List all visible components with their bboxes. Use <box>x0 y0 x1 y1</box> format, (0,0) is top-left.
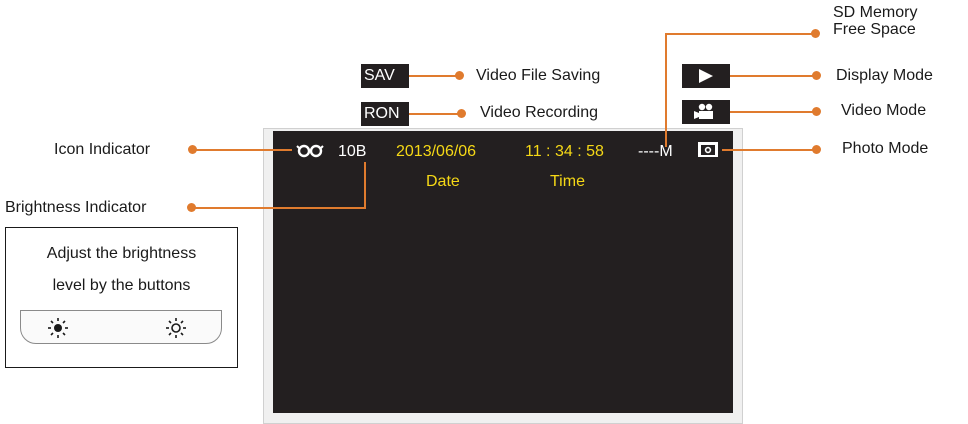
callout-line-sd-v <box>665 33 667 147</box>
play-icon <box>699 69 713 83</box>
label-brightness-indicator: Brightness Indicator <box>5 199 147 216</box>
label-photo-mode: Photo Mode <box>842 140 929 157</box>
brightness-box-line2: level by the buttons <box>52 277 191 294</box>
brightness-value: 10B <box>338 143 367 160</box>
sav-tag: SAV <box>361 64 409 88</box>
free-space-value: ----M <box>638 143 673 160</box>
callout-dot-sav <box>455 71 464 80</box>
label-sd-memory: SD Memory Free Space <box>833 4 917 38</box>
time-caption: Time <box>550 173 585 190</box>
label-video-file-saving: Video File Saving <box>476 67 601 84</box>
callout-line-brightness-h <box>194 207 366 209</box>
callout-line-photo <box>722 149 816 151</box>
callout-line-brightness-v <box>364 162 366 209</box>
callout-dot-display <box>812 71 821 80</box>
callout-line-video <box>730 111 816 113</box>
callout-line-sav <box>409 75 459 77</box>
camera-screen <box>263 128 743 424</box>
callout-dot-ron <box>457 109 466 118</box>
label-sd-memory-line2: Free Space <box>833 21 916 38</box>
label-sd-memory-line1: SD Memory <box>833 4 918 21</box>
callout-dot-photo <box>812 145 821 154</box>
ron-tag: RON <box>361 102 409 126</box>
callout-line-icon-indicator <box>195 149 292 151</box>
callout-dot-video <box>812 107 821 116</box>
sun-dark-icon[interactable] <box>47 317 69 339</box>
screen-display <box>273 131 733 413</box>
label-video-recording: Video Recording <box>480 104 599 121</box>
sun-light-icon[interactable] <box>165 317 187 339</box>
callout-line-sd-h <box>665 33 815 35</box>
brightness-box-line1: Adjust the brightness <box>46 245 197 262</box>
glasses-icon <box>296 144 324 158</box>
brightness-adjust-box: Adjust the brightness level by the butto… <box>5 227 238 368</box>
video-camera-icon <box>694 103 713 119</box>
camera-icon <box>698 142 718 157</box>
time-value: 11 : 34 : 58 <box>525 143 604 160</box>
callout-line-display <box>730 75 816 77</box>
date-value: 2013/06/06 <box>396 143 477 160</box>
callout-dot-sd <box>811 29 820 38</box>
label-display-mode: Display Mode <box>836 67 933 84</box>
label-icon-indicator: Icon Indicator <box>54 141 151 158</box>
label-video-mode: Video Mode <box>841 102 927 119</box>
brightness-button-bar <box>20 310 222 344</box>
date-caption: Date <box>426 173 460 190</box>
callout-line-ron <box>409 113 461 115</box>
